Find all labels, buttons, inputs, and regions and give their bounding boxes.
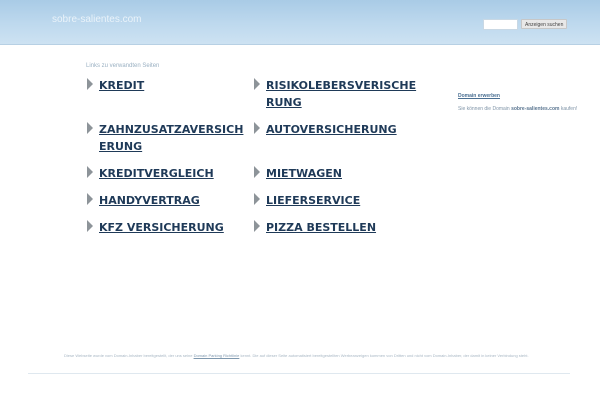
site-name: sobre-salientes.com	[52, 14, 142, 25]
parked-domain-page: sobre-salientes.com Anzeigen suchen Link…	[0, 0, 600, 400]
search-button[interactable]: Anzeigen suchen	[521, 19, 568, 29]
arrow-icon	[87, 220, 93, 232]
link-label: ZAHNZUSATZAVERSICHERUNG	[99, 123, 244, 153]
arrow-icon	[87, 78, 93, 90]
link-handyvertrag[interactable]: HANDYVERTRAG	[86, 192, 249, 209]
arrow-icon	[254, 193, 260, 205]
link-risikolebensversicherung[interactable]: RISIKOLEBERSVERISCHERUNG	[253, 77, 418, 111]
link-label: AUTOVERSICHERUNG	[266, 123, 397, 136]
link-label: KREDITVERGLEICH	[99, 167, 214, 180]
link-label: RISIKOLEBERSVERISCHERUNG	[266, 79, 417, 109]
section-title: Links zu verwandten Seiten	[86, 63, 160, 69]
link-label: KREDIT	[99, 79, 145, 92]
link-autoversicherung[interactable]: AUTOVERSICHERUNG	[253, 121, 416, 138]
arrow-icon	[254, 220, 260, 232]
arrow-icon	[87, 193, 93, 205]
footer-text-before: Diese Webseite wurde vom Domain-Inhaber …	[64, 353, 193, 358]
footer-text-after: kennt. Die auf dieser Seite automatisier…	[240, 353, 529, 358]
link-kreditvergleich[interactable]: KREDITVERGLEICH	[86, 165, 249, 182]
arrow-icon	[87, 122, 93, 134]
link-label: HANDYVERTRAG	[99, 194, 200, 207]
link-label: KFZ VERSICHERUNG	[99, 221, 224, 234]
link-label: PIZZA BESTELLEN	[266, 221, 377, 234]
arrow-icon	[254, 78, 260, 90]
link-kfz-versicherung[interactable]: KFZ VERSICHERUNG	[86, 219, 249, 236]
link-label: LIEFERSERVICE	[266, 194, 361, 207]
link-lieferservice[interactable]: LIEFERSERVICE	[253, 192, 416, 209]
arrow-icon	[254, 166, 260, 178]
footer-divider	[28, 373, 570, 374]
domain-note-prefix: Sie können die Domain	[458, 106, 510, 112]
domain-note: Sie können die Domain sobre-salientes.co…	[458, 106, 577, 112]
arrow-icon	[87, 166, 93, 178]
search-input[interactable]	[483, 19, 518, 30]
link-kredit[interactable]: KREDIT	[86, 77, 249, 94]
link-zahnzusatzversicherung[interactable]: ZAHNZUSATZAVERSICHERUNG	[86, 121, 249, 155]
link-label: MIETWAGEN	[266, 167, 342, 180]
footer-disclaimer: Diese Webseite wurde vom Domain-Inhaber …	[64, 353, 554, 359]
header-bar: sobre-salientes.com Anzeigen suchen	[0, 0, 600, 45]
link-mietwagen[interactable]: MIETWAGEN	[253, 165, 416, 182]
domain-note-suffix: kaufen!	[560, 106, 578, 112]
link-pizza-bestellen[interactable]: PIZZA BESTELLEN	[253, 219, 416, 236]
domain-sidebar: Domain erwerben Sie können die Domain so…	[458, 93, 577, 112]
policy-link[interactable]: Domain Parking Richtlinie	[194, 353, 240, 358]
domain-note-domain: sobre-salientes.com	[511, 106, 560, 112]
arrow-icon	[254, 122, 260, 134]
domain-purchase-link[interactable]: Domain erwerben	[458, 93, 500, 99]
